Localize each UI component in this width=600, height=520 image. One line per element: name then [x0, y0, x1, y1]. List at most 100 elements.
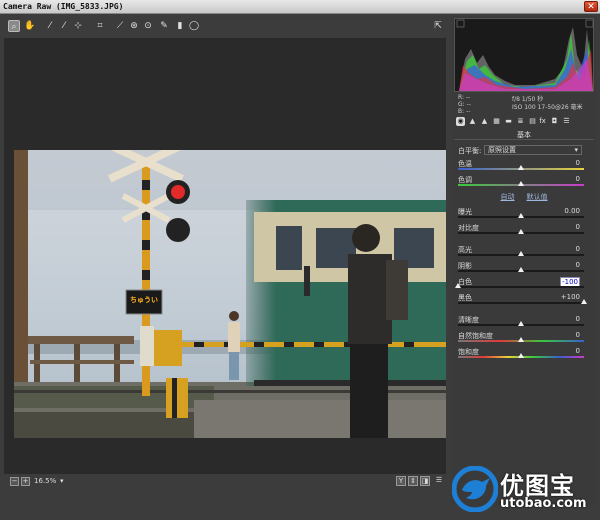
- tab-fx-icon[interactable]: fx: [538, 117, 547, 126]
- before-after-toggle-button[interactable]: Y: [396, 476, 406, 486]
- close-button[interactable]: ✕: [584, 1, 598, 12]
- green-value: G: --: [458, 101, 471, 108]
- copy-settings-button[interactable]: ◨: [420, 476, 430, 486]
- tab-detail-icon[interactable]: ▲: [480, 117, 489, 126]
- default-link[interactable]: 默认值: [527, 193, 548, 201]
- slider-thumb[interactable]: [455, 283, 461, 288]
- open-preferences-icon[interactable]: ⇱: [432, 20, 444, 32]
- slider-value-input[interactable]: 0: [576, 245, 580, 253]
- white-balance-row: 白平衡: 原照设置 ▾: [454, 144, 594, 158]
- slider-thumb[interactable]: [518, 353, 524, 358]
- crossing-sign-text: ちゅうい: [130, 296, 158, 304]
- slider-thumb[interactable]: [518, 165, 524, 170]
- iso-lens: ISO 100 17-50@26 毫米: [512, 104, 583, 111]
- slider-row: 阴影 0: [454, 260, 594, 276]
- section-title: 基本: [454, 130, 594, 140]
- target-adjust-tool-icon[interactable]: ⊹: [72, 20, 84, 32]
- tab-effects-icon[interactable]: ▤: [528, 117, 537, 126]
- slider-row: 清晰度 0: [454, 314, 594, 330]
- slider-thumb[interactable]: [518, 181, 524, 186]
- slider-value-input[interactable]: 0: [576, 331, 580, 339]
- image-preview-area[interactable]: ちゅうい: [4, 38, 446, 474]
- slider-thumb[interactable]: [518, 267, 524, 272]
- slider-track[interactable]: [458, 286, 584, 288]
- rgb-readout: R: -- G: -- B: --: [458, 94, 471, 115]
- tab-tone-curve-icon[interactable]: ▲: [468, 117, 477, 126]
- slider-row: 对比度 0: [454, 222, 594, 238]
- slider-thumb[interactable]: [518, 229, 524, 234]
- slider-value-input[interactable]: 0: [576, 347, 580, 355]
- crop-tool-icon[interactable]: ⌗: [94, 20, 106, 32]
- adjustments-panel: R: -- G: -- B: -- f/8 1/50 秒 ISO 100 17-…: [452, 16, 596, 506]
- watermark: 优图宝 utobao.com: [452, 462, 598, 518]
- watermark-url: utobao.com: [500, 496, 587, 511]
- slider-row: 黑色 +100: [454, 292, 594, 308]
- slider-row: 饱和度 0: [454, 346, 594, 362]
- slider-row: 曝光 0.00: [454, 206, 594, 222]
- title-bar: Camera Raw (IMG_5833.JPG) ✕: [0, 0, 600, 14]
- slider-track[interactable]: [458, 302, 584, 304]
- camera-raw-window: Camera Raw (IMG_5833.JPG) ✕ ⌕ ✋ ⁄ ⁄ ⊹ ⌗ …: [0, 0, 600, 520]
- red-value: R: --: [458, 94, 471, 101]
- bird-logo-icon: [452, 466, 498, 512]
- slider-value-input[interactable]: 0: [576, 261, 580, 269]
- photo-preview: ちゅうい: [14, 150, 446, 438]
- tab-lens-corrections-icon[interactable]: ≣: [516, 117, 525, 126]
- tab-basic-icon[interactable]: ◉: [456, 117, 465, 126]
- slider-thumb[interactable]: [518, 337, 524, 342]
- auto-link[interactable]: 自动: [501, 193, 515, 201]
- straighten-tool-icon[interactable]: ⟋: [114, 20, 126, 32]
- slider-value-input[interactable]: +100: [561, 293, 580, 301]
- spot-removal-tool-icon[interactable]: ⊛: [128, 20, 140, 32]
- white-balance-label: 白平衡:: [458, 147, 482, 155]
- exif-readout: f/8 1/50 秒 ISO 100 17-50@26 毫米: [512, 96, 583, 112]
- zoom-level-value[interactable]: 16.5%: [34, 477, 56, 485]
- slider-row: 色调 0: [454, 174, 594, 190]
- adjustment-brush-icon[interactable]: ✎: [158, 20, 170, 32]
- white-balance-value: 原照设置: [488, 146, 516, 154]
- basic-panel: 基本 白平衡: 原照设置 ▾ 色温 0 色调 0 自动 默认值曝光 0.00 对比度 0 高光 0 阴…: [454, 130, 594, 362]
- histogram-graph: [456, 19, 594, 91]
- radial-filter-icon[interactable]: ◯: [188, 20, 200, 32]
- aperture-shutter: f/8 1/50 秒: [512, 96, 544, 103]
- tab-hsl-icon[interactable]: ▦: [492, 117, 501, 126]
- hand-tool-icon[interactable]: ✋: [24, 20, 36, 32]
- photo-image: [14, 150, 446, 438]
- zoom-out-button[interactable]: −: [10, 477, 19, 486]
- exif-info: R: -- G: -- B: -- f/8 1/50 秒 ISO 100 17-…: [454, 94, 594, 116]
- view-options-icon[interactable]: ☰: [434, 476, 444, 486]
- tab-split-toning-icon[interactable]: ▬: [504, 117, 513, 126]
- slider-thumb[interactable]: [518, 213, 524, 218]
- slider-thumb[interactable]: [581, 299, 587, 304]
- slider-value-input[interactable]: 0: [576, 315, 580, 323]
- zoom-dropdown-icon[interactable]: ▾: [60, 477, 64, 485]
- slider-thumb[interactable]: [518, 251, 524, 256]
- slider-value-input[interactable]: 0: [576, 175, 580, 183]
- preview-status-bar: − + 16.5% ▾ Y ⇕ ◨ ☰: [4, 476, 446, 488]
- slider-value-input[interactable]: 0: [576, 159, 580, 167]
- slider-row: 高光 0: [454, 244, 594, 260]
- chevron-down-icon: ▾: [574, 146, 578, 154]
- zoom-tool-icon[interactable]: ⌕: [8, 20, 20, 32]
- window-title: Camera Raw (IMG_5833.JPG): [3, 2, 124, 11]
- tab-camera-calibration-icon[interactable]: ◘: [550, 117, 559, 126]
- panel-tabs: ◉ ▲ ▲ ▦ ▬ ≣ ▤ fx ◘ ☰: [454, 116, 594, 128]
- graduated-filter-icon[interactable]: ▮: [174, 20, 186, 32]
- slider-row: 白色 -100: [454, 276, 594, 292]
- slider-value-input[interactable]: 0: [576, 223, 580, 231]
- white-balance-tool-icon[interactable]: ⁄: [44, 20, 56, 32]
- zoom-in-button[interactable]: +: [21, 477, 30, 486]
- tab-presets-icon[interactable]: ☰: [562, 117, 571, 126]
- slider-value-input[interactable]: 0.00: [564, 207, 580, 215]
- auto-default-links: 自动 默认值: [454, 192, 594, 204]
- slider-thumb[interactable]: [518, 321, 524, 326]
- red-eye-tool-icon[interactable]: ⊙: [142, 20, 154, 32]
- color-sampler-tool-icon[interactable]: ⁄: [58, 20, 70, 32]
- blue-value: B: --: [458, 108, 471, 115]
- swap-view-button[interactable]: ⇕: [408, 476, 418, 486]
- slider-list: 色温 0 色调 0 自动 默认值曝光 0.00 对比度 0 高光 0 阴影 0 白色 -100 黑色 +100 清…: [454, 158, 594, 362]
- slider-row: 色温 0: [454, 158, 594, 174]
- histogram: [454, 18, 594, 92]
- white-balance-select[interactable]: 原照设置 ▾: [484, 145, 582, 155]
- slider-row: 自然饱和度 0: [454, 330, 594, 346]
